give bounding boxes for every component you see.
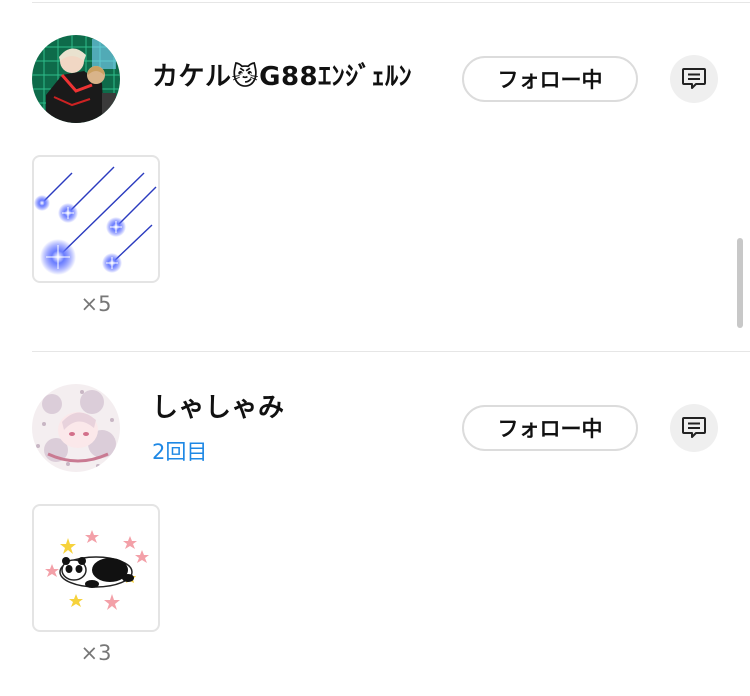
avatar[interactable] — [32, 35, 120, 123]
panda-stars-icon — [45, 530, 149, 610]
username[interactable]: しゃしゃみ — [152, 392, 285, 424]
message-icon — [682, 417, 706, 438]
gift-thumbnail[interactable] — [32, 155, 160, 283]
message-button[interactable] — [670, 404, 718, 452]
gift-count: ×3 — [80, 641, 112, 665]
cat-emoji-icon: 😼 — [231, 62, 260, 92]
gift-count: ×5 — [80, 292, 112, 316]
message-button[interactable] — [670, 55, 718, 103]
username[interactable]: カケル😼G88ｴﾝｼﾞｪﾙﾝ — [152, 61, 412, 93]
following-button[interactable]: フォロー中 — [462, 405, 638, 451]
following-button[interactable]: フォロー中 — [462, 56, 638, 102]
gift-sender-row: カケル😼G88ｴﾝｼﾞｪﾙﾝ フォロー中 ×5 — [0, 0, 750, 350]
gift-sender-row: しゃしゃみ 2回目 フォロー中 ×3 — [0, 352, 750, 696]
message-icon — [682, 68, 706, 89]
scrollbar[interactable] — [737, 238, 743, 328]
username-suffix: G88ｴﾝｼﾞｪﾙﾝ — [259, 62, 413, 92]
avatar[interactable] — [32, 384, 120, 472]
shooting-stars-icon — [34, 166, 157, 275]
visit-count: 2回目 — [152, 440, 208, 464]
username-text: カケル — [152, 62, 232, 92]
gift-thumbnail[interactable] — [32, 504, 160, 632]
